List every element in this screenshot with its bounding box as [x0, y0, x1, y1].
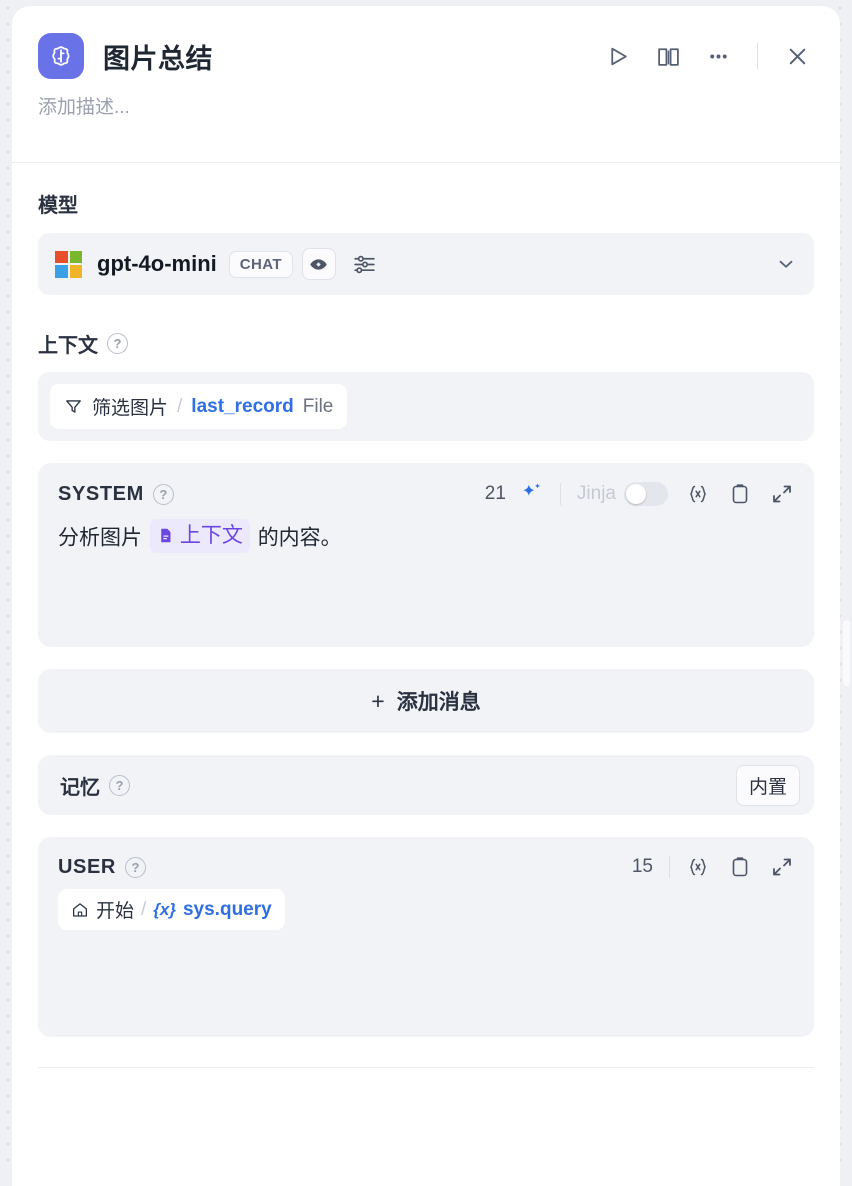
expand-icon[interactable]: [770, 855, 794, 879]
memory-label: 记忆: [60, 771, 100, 800]
help-icon[interactable]: ?: [107, 333, 128, 354]
user-variable-chip[interactable]: 开始 / {x} sys.query: [58, 889, 285, 930]
run-button[interactable]: [601, 39, 635, 73]
user-message-block: USER ? 15: [38, 837, 814, 1037]
system-role-label: SYSTEM: [58, 483, 144, 506]
header-divider: [757, 43, 758, 69]
help-icon[interactable]: ?: [153, 484, 174, 505]
description-placeholder: 添加描述...: [38, 92, 130, 119]
user-node-name: 开始: [96, 896, 134, 923]
context-variable-chip[interactable]: 筛选图片 / last_record File: [50, 384, 347, 429]
user-role-label: USER: [58, 856, 116, 879]
model-section-label: 模型: [38, 189, 814, 218]
system-text-before: 分析图片: [58, 526, 142, 549]
microsoft-logo: [55, 251, 82, 278]
panel-scrollbar[interactable]: [840, 0, 852, 1172]
bottom-separator: [38, 1067, 814, 1068]
jinja-toggle[interactable]: Jinja: [577, 482, 668, 506]
sparkle-icon[interactable]: [518, 481, 544, 507]
header-divider: [560, 483, 561, 505]
expand-icon[interactable]: [770, 482, 794, 506]
context-box: 筛选图片 / last_record File: [38, 372, 814, 441]
context-variable-type: File: [303, 396, 334, 418]
system-message-text: 分析图片 上下文 的内容。: [58, 519, 794, 554]
system-text-after: 的内容。: [258, 526, 342, 549]
panel-body: 模型 gpt-4o-mini CHAT: [12, 189, 840, 1068]
description-input[interactable]: 添加描述...: [12, 86, 840, 148]
more-button[interactable]: [701, 39, 735, 73]
user-message-header: USER ? 15: [58, 855, 794, 879]
jinja-label: Jinja: [577, 483, 616, 505]
variable-insert-icon[interactable]: [686, 855, 710, 879]
sliders-icon[interactable]: [352, 252, 377, 277]
help-icon[interactable]: ?: [109, 775, 130, 796]
system-message-block: SYSTEM ? 21 Jinja: [38, 463, 814, 647]
variable-insert-icon[interactable]: [686, 482, 710, 506]
header-separator: [12, 162, 840, 163]
user-variable-name: sys.query: [183, 899, 272, 921]
system-message-body[interactable]: 分析图片 上下文 的内容。: [58, 519, 794, 627]
add-message-label: 添加消息: [397, 686, 481, 716]
filter-icon: [64, 397, 83, 416]
model-name: gpt-4o-mini: [97, 251, 217, 277]
home-icon: [71, 901, 89, 919]
context-node-name: 筛选图片: [92, 393, 168, 420]
chip-label: 上下文: [180, 520, 243, 552]
llm-node-icon: [38, 33, 84, 79]
context-section-label: 上下文 ?: [38, 329, 814, 358]
model-label-text: 模型: [38, 189, 78, 218]
memory-badge[interactable]: 内置: [736, 765, 800, 806]
context-variable-name: last_record: [191, 396, 293, 418]
close-button[interactable]: [780, 39, 814, 73]
clipboard-icon[interactable]: [728, 855, 752, 879]
user-separator: /: [141, 899, 146, 921]
context-label-text: 上下文: [38, 329, 98, 358]
chevron-down-icon[interactable]: [775, 253, 797, 275]
context-separator: /: [177, 396, 182, 418]
eye-icon: [302, 248, 336, 280]
model-type-badge: CHAT: [229, 251, 293, 278]
help-icon[interactable]: ?: [125, 857, 146, 878]
document-icon: [157, 527, 174, 544]
jinja-switch[interactable]: [624, 482, 668, 506]
memory-row: 记忆 ? 内置: [38, 755, 814, 815]
clipboard-icon[interactable]: [728, 482, 752, 506]
plus-icon: +: [371, 688, 384, 715]
system-token-count: 21: [485, 483, 506, 505]
scrollbar-thumb[interactable]: [843, 620, 850, 686]
book-icon[interactable]: [651, 39, 685, 73]
model-selector[interactable]: gpt-4o-mini CHAT: [38, 233, 814, 295]
variable-brace-icon: {x}: [153, 900, 176, 920]
user-message-body[interactable]: 开始 / {x} sys.query: [58, 889, 794, 1017]
node-config-panel: 图片总结 添加描述...: [12, 6, 840, 1186]
panel-header: 图片总结: [12, 6, 840, 86]
context-variable-chip[interactable]: 上下文: [150, 519, 250, 553]
add-message-button[interactable]: + 添加消息: [38, 669, 814, 733]
header-divider: [669, 856, 670, 878]
user-token-count: 15: [632, 856, 653, 878]
system-message-header: SYSTEM ? 21 Jinja: [58, 481, 794, 507]
page-title: 图片总结: [103, 37, 213, 76]
